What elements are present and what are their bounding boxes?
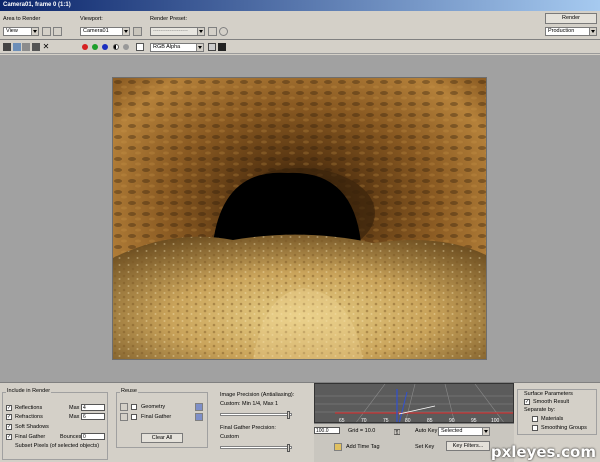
reflections-label: Reflections (15, 405, 43, 411)
refl-max-spinner[interactable]: 4 (81, 404, 105, 411)
render-button[interactable]: Render (545, 13, 597, 24)
environment-icon[interactable] (219, 27, 228, 36)
chevron-down-icon (122, 28, 129, 35)
auto-key-button[interactable]: Auto Key (415, 428, 437, 434)
final-gather-label: Final Gather (15, 434, 46, 440)
image-precision-thumb[interactable] (287, 411, 290, 419)
surface-parameters-title: Surface Parameters (524, 391, 573, 397)
clone-window-icon[interactable] (22, 43, 30, 51)
image-precision-slider[interactable] (220, 411, 292, 419)
auto-region-icon[interactable] (53, 27, 62, 36)
refractions-checkbox[interactable]: ✓ (6, 414, 12, 420)
fg-precision-slider[interactable] (220, 444, 292, 452)
green-channel-icon[interactable] (92, 44, 98, 50)
add-time-tag-button[interactable]: Add Time Tag (346, 444, 380, 450)
reuse-final-gather-checkbox[interactable] (131, 414, 137, 420)
image-precision-value: Custom: Min 1/4, Max 1 (220, 401, 279, 407)
geometry-checkbox[interactable] (131, 404, 137, 410)
refl-max-label: Max (69, 405, 80, 411)
fg-precision-thumb[interactable] (287, 444, 290, 452)
final-gather-checkbox[interactable]: ✓ (6, 434, 12, 440)
smoothing-groups-label: Smoothing Groups (541, 425, 587, 431)
edit-region-icon[interactable] (42, 27, 51, 36)
key-filters-button[interactable]: Key Filters... (446, 441, 490, 451)
subset-pixels-label: Subset Pixels (of selected objects) (15, 443, 100, 449)
alpha-channel-icon[interactable] (113, 44, 119, 50)
viewport-label: Viewport: (80, 16, 103, 22)
area-to-render-dropdown[interactable]: View (3, 27, 39, 36)
fg-precision-value: Custom (220, 434, 239, 440)
render-frame-area (0, 55, 600, 382)
viewport-grid: 65 70 75 80 85 90 95 100 (315, 384, 513, 422)
materials-label: Materials (541, 416, 564, 422)
soft-shadows-checkbox[interactable]: ✓ (6, 424, 12, 430)
chevron-down-icon (196, 44, 203, 51)
reuse-final-gather-label: Final Gather (141, 414, 172, 420)
grid-label: Grid = 10.0 (348, 428, 376, 434)
reuse-group: Reuse Geometry Final Gather Clear All (116, 388, 208, 448)
chevron-down-icon (482, 428, 489, 435)
geometry-label: Geometry (141, 404, 166, 410)
render-settings-bar: Area to Render View Viewport: Camera01 R… (0, 11, 600, 40)
red-channel-icon[interactable] (82, 44, 88, 50)
watermark: pxleyes.com (490, 443, 596, 461)
chevron-down-icon (31, 28, 38, 35)
lock-viewport-icon[interactable] (133, 27, 142, 36)
fg-precision-label: Final Gather Precision: (220, 425, 276, 431)
rendered-image (112, 77, 487, 360)
refr-max-spinner[interactable]: 6 (81, 413, 105, 420)
render-preset-dropdown[interactable]: ------------------- (150, 27, 205, 36)
area-to-render-label: Area to Render (3, 16, 41, 22)
cave-render (113, 78, 486, 359)
clear-icon[interactable]: ✕ (42, 43, 50, 51)
smooth-result-checkbox[interactable]: ✓ (524, 399, 530, 405)
surface-parameters-group: Surface Parameters ✓ Smooth Result Separ… (517, 389, 597, 435)
window-title-bar: Camera01, frame 0 (1:1) (0, 0, 600, 11)
status-timeline-strip: 100.0 Grid = 10.0 ⚿ Auto Key Selected (314, 423, 514, 439)
chevron-down-icon (589, 28, 596, 35)
copy-image-icon[interactable] (13, 43, 21, 51)
soft-shadows-label: Soft Shadows (15, 424, 49, 430)
timeline-lower: Add Time Tag Set Key Key Filters... (314, 439, 514, 462)
bounces-spinner[interactable]: 0 (81, 433, 105, 440)
blue-channel-icon[interactable] (102, 44, 108, 50)
toggle-ui-icon[interactable] (218, 43, 226, 51)
clear-all-button[interactable]: Clear All (141, 433, 183, 443)
time-tag-icon[interactable] (334, 443, 342, 451)
geometry-lock-icon[interactable] (120, 403, 128, 411)
frame-spinner[interactable]: 100.0 (314, 427, 340, 434)
set-key-button[interactable]: Set Key (415, 444, 434, 450)
render-quality-dropdown[interactable]: Production (545, 27, 597, 36)
refr-max-label: Max (69, 414, 80, 420)
bounces-label: Bounces (60, 434, 82, 440)
frame-window-toolbar: ✕ RGB Alpha (0, 40, 600, 54)
smooth-result-label: Smooth Result (533, 399, 570, 405)
viewport-3d[interactable]: 65 70 75 80 85 90 95 100 (314, 383, 514, 423)
selection-set-dropdown[interactable]: Selected (438, 427, 490, 436)
key-icon: ⚿ (394, 428, 401, 437)
geometry-clear-icon[interactable] (195, 403, 203, 411)
reflections-checkbox[interactable]: ✓ (6, 405, 12, 411)
display-channel-dropdown[interactable]: RGB Alpha (150, 43, 204, 52)
window-title: Camera01, frame 0 (1:1) (3, 2, 71, 8)
refractions-label: Refractions (15, 414, 43, 420)
include-in-render-group: Include in Render ✓ Reflections Max 4 ✓ … (2, 388, 108, 460)
image-precision-label: Image Precision (Antialiasing): (220, 392, 295, 398)
final-gather-lock-icon[interactable] (120, 413, 128, 421)
reuse-title: Reuse (120, 388, 138, 394)
render-setup-icon[interactable] (208, 27, 217, 36)
final-gather-clear-icon[interactable] (195, 413, 203, 421)
print-icon[interactable] (32, 43, 40, 51)
include-in-render-title: Include in Render (6, 388, 52, 394)
materials-checkbox[interactable] (532, 416, 538, 422)
toggle-ui-overlay-icon[interactable] (208, 43, 216, 51)
chevron-down-icon (197, 28, 204, 35)
smoothing-groups-checkbox[interactable] (532, 425, 538, 431)
render-preset-label: Render Preset: (150, 16, 187, 22)
swatch-icon[interactable] (136, 43, 144, 51)
separate-by-label: Separate by: (524, 407, 556, 413)
viewport-dropdown[interactable]: Camera01 (80, 27, 130, 36)
save-image-icon[interactable] (3, 43, 11, 51)
monochrome-icon[interactable] (123, 44, 129, 50)
